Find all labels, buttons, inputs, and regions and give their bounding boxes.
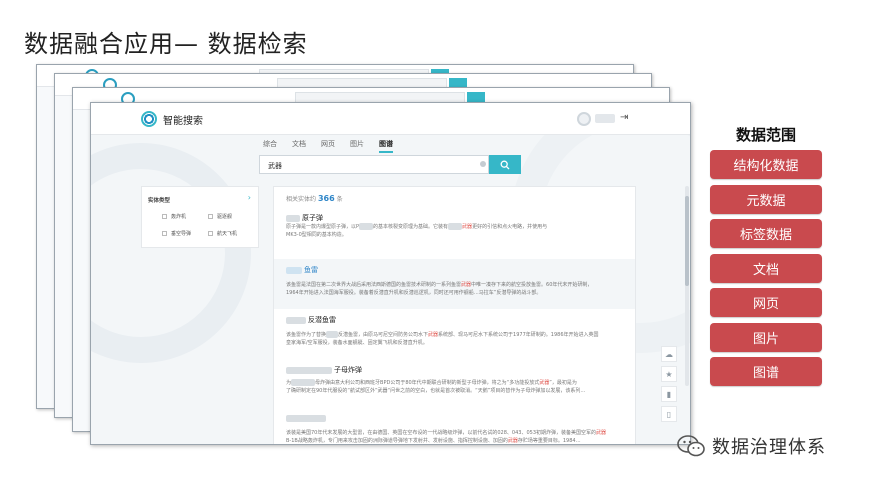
list-item[interactable]: 子母炸弹 为母炸弹由意大利公司和西班牙BPD公司于80年代中期联合研制的新型子母… bbox=[274, 365, 635, 405]
redacted bbox=[291, 379, 316, 386]
app-name: 智能搜索 bbox=[163, 116, 203, 127]
result-snippet: 为母炸弹由意大利公司和西班牙BPD公司于80年代中期联合研制的新型子母炸弹，将之… bbox=[286, 379, 577, 386]
filter-option[interactable]: 垂空导弹 bbox=[162, 230, 191, 237]
list-item[interactable]: 该装是美国70年代末发展的大型雷，在由德国、英国在空布设的一代战略级炸弹，以前代… bbox=[274, 413, 635, 444]
result-snippet: 1964年开始进入法国海军服役。装备着反潜直升机和反潜巡逻机，同时还可用作舰船…… bbox=[286, 290, 542, 296]
redacted bbox=[286, 316, 306, 324]
checkbox[interactable] bbox=[162, 231, 167, 236]
scope-button-graph[interactable]: 图谱 bbox=[710, 357, 822, 386]
redacted bbox=[448, 223, 463, 230]
list-item[interactable]: 反潜鱼雷 该鱼雷作为了替换 反潜鱼雷，由原马可尼空间防务公司水下武器系统部、现马可… bbox=[274, 315, 635, 359]
result-title-text: 原子弹 bbox=[302, 214, 323, 222]
tab-graph[interactable]: 图谱 bbox=[379, 139, 393, 153]
result-snippet: 原子弹是一款内爆型原子弹，以P 的基本核裂变原理为基础。它装有 武器更好的引信和点火… bbox=[286, 223, 548, 230]
bookmark-icon[interactable]: ▯ bbox=[661, 406, 677, 422]
clear-icon[interactable] bbox=[480, 161, 486, 167]
list-item[interactable]: 鱼雷 该鱼雷是法国在第二次世界大战后采用法西斯德国的鱼雷技术研制的一系列鱼雷武器… bbox=[274, 259, 635, 309]
redacted bbox=[359, 223, 374, 230]
tab-web[interactable]: 网页 bbox=[321, 139, 335, 153]
search-button[interactable] bbox=[489, 155, 521, 174]
result-snippet: 该鱼雷作为了替换 反潜鱼雷，由原马可尼空间防务公司水下武器系统部、现马可尼水下系统… bbox=[286, 331, 599, 338]
redacted bbox=[286, 214, 300, 222]
result-title[interactable] bbox=[286, 413, 623, 423]
result-snippet: 该鱼雷是法国在第二次世界大战后采用法西斯德国的鱼雷技术研制的一系列鱼雷武器中唯一… bbox=[286, 282, 593, 288]
results-count: 相关实体约 366 条 bbox=[286, 194, 343, 203]
checkbox[interactable] bbox=[208, 231, 213, 236]
tab-images[interactable]: 图片 bbox=[350, 139, 364, 153]
result-snippet: B-1B战略轰炸机，专门用来攻击加固的洲际弹道导弹地下发射井、发射设施、指挥控制… bbox=[286, 438, 581, 444]
result-title[interactable]: 鱼雷 bbox=[286, 265, 623, 275]
user-name-redacted bbox=[595, 114, 615, 123]
top-bar: 智能搜索 ⇥ bbox=[91, 103, 690, 135]
result-snippet: 该装是美国70年代末发展的大型雷，在由德国、英国在空布设的一代战略级炸弹，以前代… bbox=[286, 430, 607, 436]
redacted bbox=[286, 266, 302, 274]
scrollbar[interactable] bbox=[685, 186, 689, 386]
list-item[interactable]: 原子弹 原子弹是一款内爆型原子弹，以P 的基本核裂变原理为基础。它装有 武器更好的引… bbox=[274, 213, 635, 253]
search-app-window: 智能搜索 ⇥ 综合 文档 网页 图片 图谱 武器 实体类型 › 轰炸机 驱逐舰 … bbox=[90, 102, 691, 445]
filter-option[interactable]: 轰炸机 bbox=[162, 213, 186, 220]
result-title[interactable]: 子母炸弹 bbox=[286, 365, 623, 375]
logout-icon[interactable]: ⇥ bbox=[620, 112, 628, 123]
filter-option[interactable]: 驱逐舰 bbox=[208, 213, 232, 220]
filter-option-label: 垂空导弹 bbox=[171, 231, 192, 237]
chevron-right-icon[interactable]: › bbox=[248, 193, 251, 202]
background-decoration bbox=[91, 143, 251, 363]
scope-button-tags[interactable]: 标签数据 bbox=[710, 219, 822, 248]
redacted bbox=[326, 331, 339, 338]
scope-button-images[interactable]: 图片 bbox=[710, 323, 822, 352]
filter-option-label: 轰炸机 bbox=[171, 214, 187, 220]
results-count-suffix: 条 bbox=[336, 196, 343, 203]
filter-option-label: 驱逐舰 bbox=[217, 214, 233, 220]
scope-title: 数据范围 bbox=[735, 126, 796, 144]
side-toolbar: ☁ ★ ▮ ▯ bbox=[661, 346, 677, 426]
redacted bbox=[286, 414, 326, 422]
search-input[interactable]: 武器 bbox=[259, 155, 489, 174]
tab-documents[interactable]: 文档 bbox=[292, 139, 306, 153]
chart-icon[interactable]: ▮ bbox=[661, 386, 677, 402]
search-tabs: 综合 文档 网页 图片 图谱 bbox=[263, 139, 393, 153]
wechat-icon bbox=[677, 435, 705, 457]
watermark-text: 数据治理体系 bbox=[712, 437, 826, 458]
watermark: 数据治理体系 bbox=[676, 433, 826, 459]
result-snippet: 了确研制定在90年代服役的“航试部区外”武器“问世之前的空白，也就是首次被取消。… bbox=[286, 388, 586, 394]
scope-button-web[interactable]: 网页 bbox=[710, 288, 822, 317]
checkbox[interactable] bbox=[208, 214, 213, 219]
star-icon[interactable]: ★ bbox=[661, 366, 677, 382]
result-title[interactable]: 原子弹 bbox=[286, 213, 623, 223]
results-count-number: 366 bbox=[317, 194, 335, 203]
scope-button-structured[interactable]: 结构化数据 bbox=[710, 150, 822, 179]
results-count-prefix: 相关实体约 bbox=[286, 196, 317, 203]
filter-option[interactable]: 航天飞机 bbox=[208, 230, 237, 237]
result-title-text: 子母炸弹 bbox=[334, 366, 362, 374]
search-icon bbox=[500, 160, 510, 169]
result-snippet: MK3-0型相同的基本构造。 bbox=[286, 232, 347, 238]
tab-general[interactable]: 综合 bbox=[263, 139, 277, 153]
result-title[interactable]: 反潜鱼雷 bbox=[286, 315, 623, 325]
scope-button-documents[interactable]: 文档 bbox=[710, 254, 822, 283]
redacted bbox=[286, 366, 332, 374]
scrollbar-thumb[interactable] bbox=[685, 196, 689, 286]
avatar[interactable] bbox=[577, 112, 591, 126]
result-title-text: 鱼雷 bbox=[304, 266, 318, 274]
filter-option-label: 航天飞机 bbox=[217, 231, 238, 237]
filter-title: 实体类型 bbox=[148, 198, 171, 204]
result-title-text: 反潜鱼雷 bbox=[308, 316, 336, 324]
result-snippet: 皇家海军/空军服役，装备水面舰艇、固定翼飞机和反潜直升机。 bbox=[286, 340, 428, 346]
results-panel: 相关实体约 366 条 原子弹 原子弹是一款内爆型原子弹，以P 的基本核裂变原理为… bbox=[273, 186, 636, 444]
slide-title: 数据融合应用— 数据检索 bbox=[24, 30, 308, 58]
scope-button-metadata[interactable]: 元数据 bbox=[710, 185, 822, 214]
logo-icon bbox=[141, 111, 157, 127]
checkbox[interactable] bbox=[162, 214, 167, 219]
cloud-icon[interactable]: ☁ bbox=[661, 346, 677, 362]
entity-type-filter: 实体类型 › 轰炸机 驱逐舰 垂空导弹 航天飞机 bbox=[141, 186, 259, 248]
